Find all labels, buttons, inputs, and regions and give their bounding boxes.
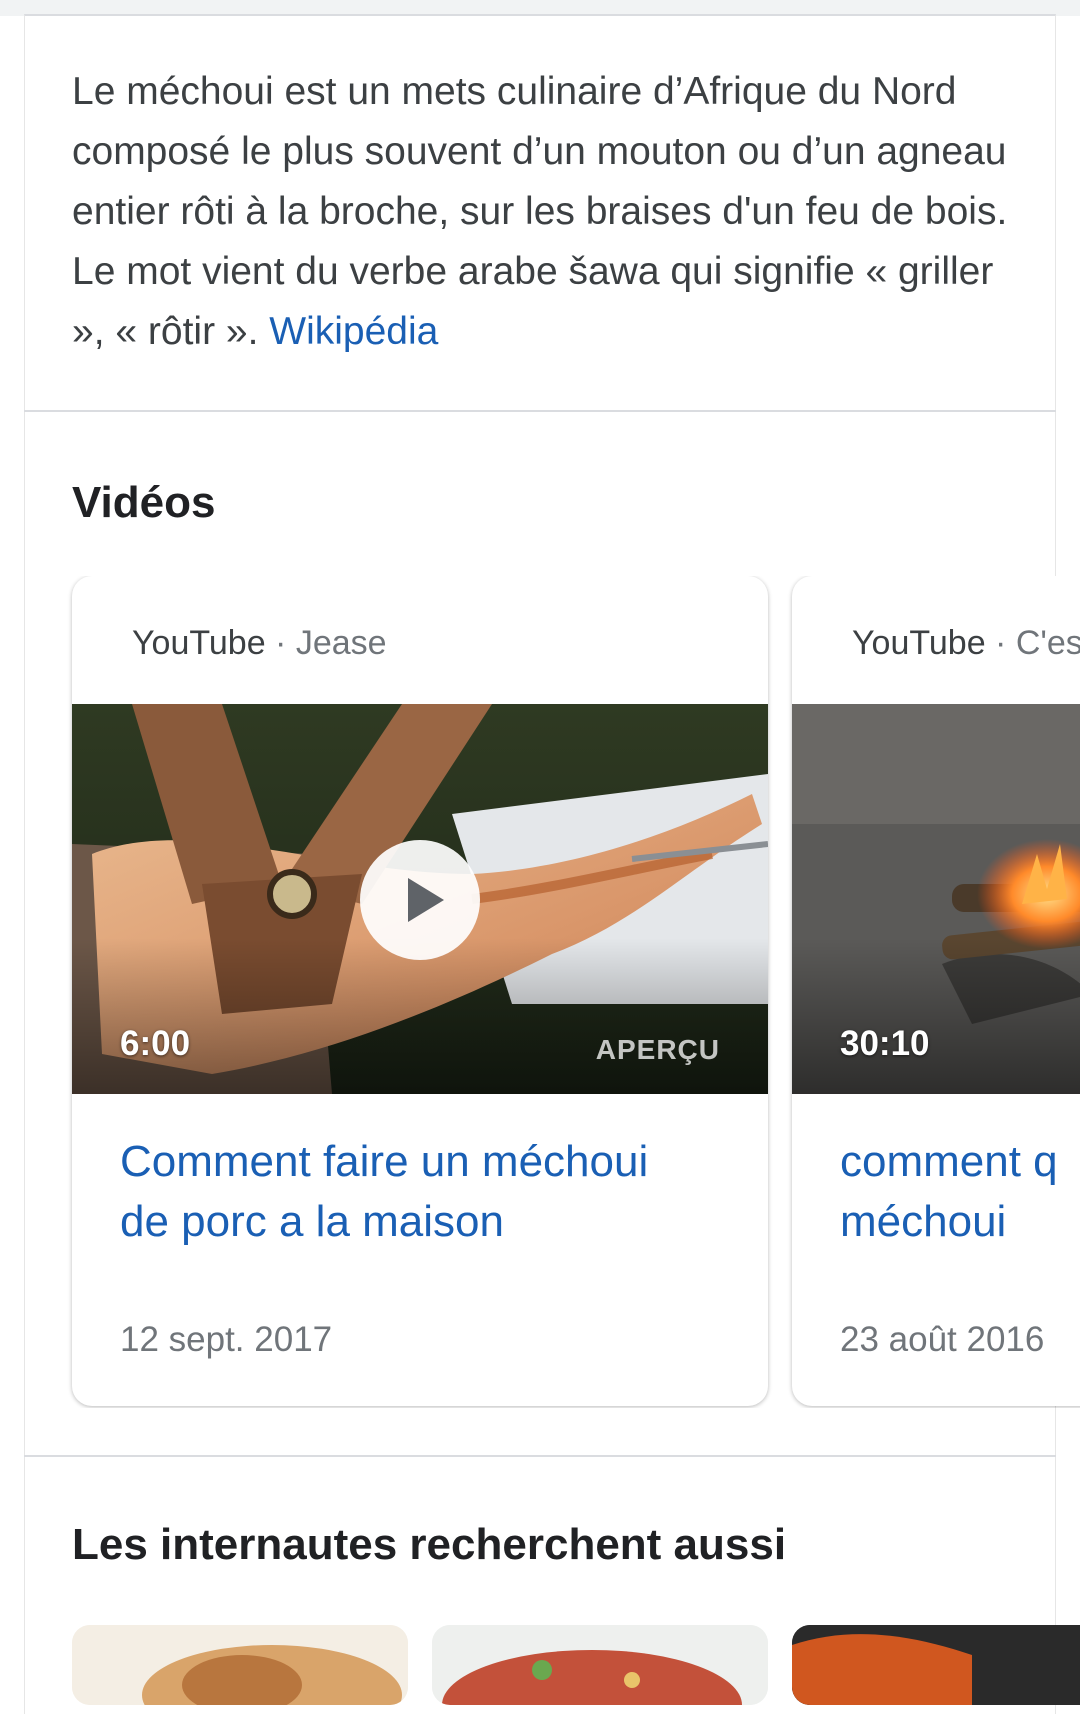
video-source: YouTube · C'es: [852, 624, 1080, 663]
section-divider: [24, 410, 1056, 412]
related-search-card[interactable]: [72, 1625, 408, 1705]
play-button[interactable]: [360, 840, 480, 960]
play-icon: [408, 878, 444, 922]
wikipedia-link[interactable]: Wikipédia: [269, 310, 438, 353]
video-date: 23 août 2016: [840, 1320, 1045, 1359]
video-card[interactable]: YouTube · Jease 6:00 APERÇU Comment fair…: [72, 576, 768, 1406]
video-title-line: méchoui: [840, 1197, 1007, 1246]
preview-label: APERÇU: [595, 1034, 720, 1065]
related-searches-heading: Les internautes recherchent aussi: [72, 1520, 787, 1569]
description-text: Le méchoui est un mets culinaire d’Afriq…: [72, 70, 1008, 353]
video-source: YouTube · Jease: [132, 624, 387, 663]
source-separator: ·: [265, 624, 296, 662]
video-duration: 30:10: [840, 1024, 930, 1063]
related-thumbnail: [432, 1625, 768, 1705]
videos-heading: Vidéos: [72, 478, 216, 527]
video-channel: Jease: [295, 624, 387, 662]
source-separator: ·: [985, 624, 1016, 662]
video-card[interactable]: YouTube · C'es 30:10 comment q méchoui 2…: [792, 576, 1080, 1406]
related-thumbnail: [792, 1625, 1080, 1705]
video-title-line: de porc a la maison: [120, 1197, 504, 1246]
video-thumbnail[interactable]: 30:10: [792, 704, 1080, 1094]
section-divider: [24, 1455, 1056, 1457]
video-title[interactable]: comment q méchoui: [840, 1132, 1080, 1252]
related-search-card[interactable]: [432, 1625, 768, 1705]
video-platform: YouTube: [132, 624, 266, 662]
video-platform: YouTube: [852, 624, 986, 662]
video-channel: C'es: [1015, 624, 1080, 662]
video-title-line: Comment faire un méchoui: [120, 1137, 649, 1186]
thumbnail-image: [792, 704, 1080, 1094]
video-duration: 6:00: [120, 1024, 191, 1063]
videos-carousel[interactable]: YouTube · Jease 6:00 APERÇU Comment fair…: [0, 576, 1080, 1408]
video-title-line: comment q: [840, 1137, 1058, 1186]
knowledge-description: Le méchoui est un mets culinaire d’Afriq…: [72, 62, 1012, 362]
related-search-card[interactable]: [792, 1625, 1080, 1705]
video-thumbnail[interactable]: 6:00 APERÇU: [72, 704, 768, 1094]
video-date: 12 sept. 2017: [120, 1320, 333, 1359]
video-title[interactable]: Comment faire un méchoui de porc a la ma…: [120, 1132, 740, 1252]
related-thumbnail: [72, 1625, 408, 1705]
